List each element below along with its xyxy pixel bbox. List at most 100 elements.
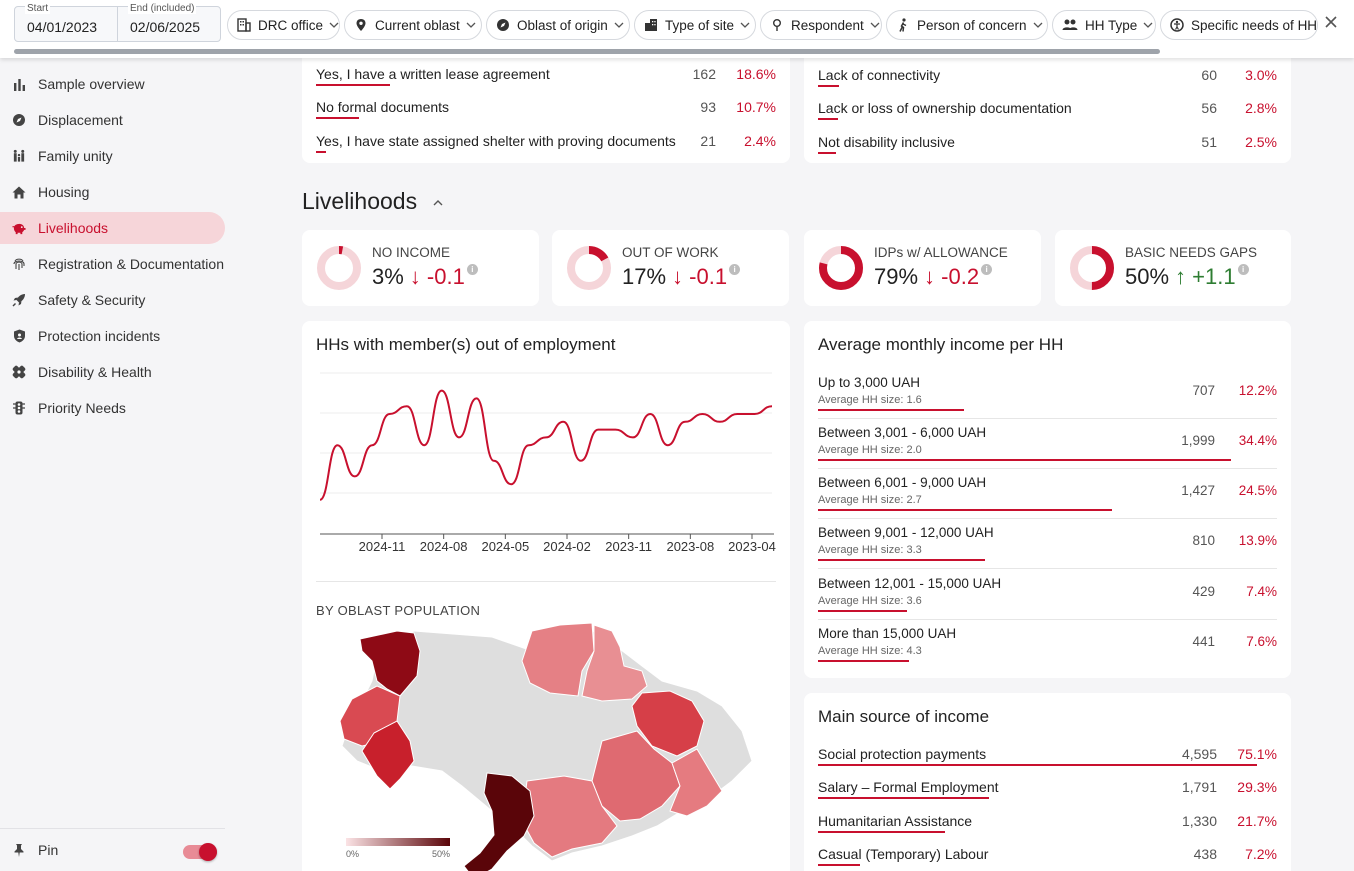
row-share-bar bbox=[818, 509, 1112, 511]
row-share-bar bbox=[818, 152, 836, 154]
sidebar-item-livelihoods[interactable]: Livelihoods bbox=[0, 212, 225, 244]
start-date-field[interactable]: Start 04/01/2023 bbox=[14, 3, 118, 42]
row-sublabel: Average HH size: 3.6 bbox=[818, 595, 922, 607]
list-item: Casual (Temporary) Labour 438 7.2% bbox=[818, 840, 1277, 871]
sidebar-item-protection-incidents[interactable]: Protection incidents bbox=[0, 320, 225, 352]
card-title: Average monthly income per HH bbox=[818, 335, 1064, 354]
list-item: More than 15,000 UAH Average HH size: 4.… bbox=[818, 620, 1277, 670]
sidebar-item-label: Registration & Documentation bbox=[38, 256, 224, 272]
kpi-delta: ↓ -0.1 bbox=[410, 264, 465, 289]
x-axis-ticks: 2024-11 2024-08 2024-05 2024-02 2023-11 2023-… bbox=[359, 534, 776, 554]
sidebar-item-registration-documentation[interactable]: Registration & Documentation bbox=[0, 248, 225, 280]
kpi-donut bbox=[819, 246, 863, 290]
filter-hh-type[interactable]: HH Type bbox=[1052, 10, 1156, 40]
walking-person-icon bbox=[896, 17, 910, 33]
row-count: 162 bbox=[692, 66, 716, 82]
shelter-documents-card: Yes, I have a written lease agreement 16… bbox=[302, 40, 790, 163]
filter-oblast-of-origin[interactable]: Oblast of origin bbox=[486, 10, 630, 40]
kpi-value: 17% bbox=[622, 264, 667, 289]
pin-toggle-knob[interactable] bbox=[199, 843, 217, 861]
row-label: Between 9,001 - 12,000 UAH bbox=[818, 525, 994, 540]
row-share-bar bbox=[316, 151, 326, 153]
building-icon bbox=[237, 17, 251, 33]
list-item: Yes, I have a written lease agreement 16… bbox=[316, 60, 776, 94]
chevron-up-icon[interactable] bbox=[432, 194, 444, 206]
row-label: Yes, I have a written lease agreement bbox=[316, 66, 550, 82]
row-share-bar bbox=[818, 831, 945, 833]
main-income-card: Main source of income Social protection … bbox=[804, 693, 1291, 871]
sidebar-item-family-unity[interactable]: Family unity bbox=[0, 140, 225, 172]
map-title: BY OBLAST POPULATION bbox=[316, 603, 481, 618]
row-label: Between 6,001 - 9,000 UAH bbox=[818, 475, 987, 490]
row-share-bar bbox=[818, 459, 1231, 461]
kpi-label: BASIC NEEDS GAPS bbox=[1125, 245, 1258, 260]
chevron-down-icon bbox=[870, 20, 880, 30]
kpi-delta: ↑ +1.1 bbox=[1175, 264, 1236, 289]
list-item: Between 3,001 - 6,000 UAH Average HH siz… bbox=[818, 419, 1277, 469]
row-count: 60 bbox=[1201, 67, 1217, 83]
city-icon bbox=[644, 17, 658, 33]
filter-person-of-concern[interactable]: Person of concern bbox=[886, 10, 1048, 40]
list-item: Humanitarian Assistance 1,330 21.7% bbox=[818, 807, 1277, 841]
sidebar-item-priority-needs[interactable]: Priority Needs bbox=[0, 392, 225, 424]
row-count: 56 bbox=[1201, 100, 1217, 116]
sidebar-item-label: Displacement bbox=[38, 112, 123, 128]
x-tick-label: 2024-08 bbox=[420, 539, 468, 554]
row-count: 1,791 bbox=[1181, 779, 1217, 795]
filter-label: Type of site bbox=[665, 17, 735, 33]
info-icon[interactable]: i bbox=[1237, 264, 1249, 275]
pin-sidebar-row: Pin bbox=[0, 828, 225, 871]
kpi-donut bbox=[1070, 246, 1114, 290]
filter-bar-scrollbar[interactable] bbox=[14, 49, 1160, 54]
employment-card: HHs with member(s) out of employment 202… bbox=[302, 321, 790, 871]
info-icon[interactable]: i bbox=[729, 264, 741, 275]
sidebar-item-label: Disability & Health bbox=[38, 364, 152, 380]
filter-drc-office[interactable]: DRC office bbox=[227, 10, 340, 40]
row-count: 1,330 bbox=[1181, 813, 1217, 829]
list-item: Between 6,001 - 9,000 UAH Average HH siz… bbox=[818, 469, 1277, 519]
sidebar-item-label: Protection incidents bbox=[38, 328, 161, 344]
filter-type-of-site[interactable]: Type of site bbox=[634, 10, 756, 40]
row-count: 429 bbox=[1192, 584, 1215, 599]
row-label: Casual (Temporary) Labour bbox=[818, 846, 989, 862]
sidebar-item-housing[interactable]: Housing bbox=[0, 176, 225, 208]
filter-specific-needs[interactable]: Specific needs of HH bbox=[1160, 10, 1318, 40]
row-label: Social protection payments bbox=[818, 746, 987, 762]
x-tick-label: 2023-11 bbox=[605, 539, 652, 554]
row-percent: 13.9% bbox=[1238, 533, 1277, 548]
list-item: Salary – Formal Employment 1,791 29.3% bbox=[818, 773, 1277, 807]
row-label: More than 15,000 UAH bbox=[818, 626, 957, 641]
sidebar-item-disability-health[interactable]: Disability & Health bbox=[0, 356, 225, 388]
info-icon[interactable]: i bbox=[981, 264, 993, 275]
filter-respondent[interactable]: Respondent bbox=[760, 10, 882, 40]
compass-icon bbox=[496, 17, 510, 33]
row-share-bar bbox=[316, 84, 390, 86]
row-count: 21 bbox=[700, 133, 716, 149]
info-icon[interactable]: i bbox=[466, 264, 478, 275]
row-label: Between 3,001 - 6,000 UAH bbox=[818, 425, 987, 440]
list-item: Up to 3,000 UAH Average HH size: 1.6 707… bbox=[818, 369, 1277, 419]
kpi-delta-value: +1.1 bbox=[1192, 264, 1236, 289]
x-tick-label: 2024-02 bbox=[543, 539, 591, 554]
chevron-down-icon bbox=[1143, 20, 1153, 30]
end-date-field[interactable]: End (included) 02/06/2025 bbox=[117, 3, 221, 42]
sidebar-item-displacement[interactable]: Displacement bbox=[0, 104, 225, 136]
sidebar-item-safety-security[interactable]: Safety & Security bbox=[0, 284, 225, 316]
filter-label: Specific needs of HH bbox=[1191, 17, 1318, 33]
row-label: Lack of connectivity bbox=[818, 67, 941, 83]
piggy-bank-icon bbox=[12, 221, 26, 235]
row-share-bar bbox=[818, 409, 964, 411]
row-count: 707 bbox=[1192, 383, 1215, 398]
filter-label: Current oblast bbox=[375, 17, 460, 33]
sidebar-item-label: Housing bbox=[38, 184, 90, 200]
sidebar-item-sample-overview[interactable]: Sample overview bbox=[0, 68, 225, 100]
kpi-delta: ↓ -0.2 bbox=[924, 264, 979, 289]
filter-current-oblast[interactable]: Current oblast bbox=[344, 10, 482, 40]
kpi-label: OUT OF WORK bbox=[622, 245, 719, 260]
person-pin-icon bbox=[770, 17, 784, 33]
arrow-down-icon: ↓ bbox=[672, 264, 684, 289]
sidebar-item-label: Family unity bbox=[38, 148, 113, 164]
kpi-value: 79% bbox=[874, 264, 919, 289]
clear-filters-close-icon[interactable] bbox=[1323, 14, 1339, 30]
row-label: Up to 3,000 UAH bbox=[818, 375, 921, 390]
